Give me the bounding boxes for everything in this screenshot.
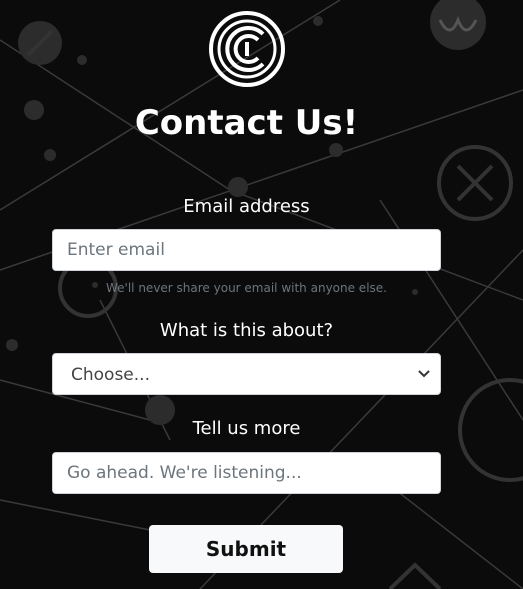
message-field[interactable] — [52, 452, 441, 494]
topic-label: What is this about? — [159, 320, 334, 341]
message-label: Tell us more — [192, 418, 301, 439]
chevron-down-icon — [418, 370, 430, 378]
topic-select[interactable]: Choose... — [52, 353, 441, 395]
email-field[interactable] — [52, 229, 441, 271]
contact-form: Contact Us! Email address We'll never sh… — [0, 0, 523, 589]
email-label: Email address — [183, 196, 310, 217]
submit-button[interactable]: Submit — [149, 525, 343, 573]
coin-logo-icon — [209, 11, 285, 87]
page-title: Contact Us! — [134, 103, 359, 143]
topic-selected-value: Choose... — [71, 365, 150, 385]
email-help-text: We'll never share your email with anyone… — [106, 281, 387, 295]
